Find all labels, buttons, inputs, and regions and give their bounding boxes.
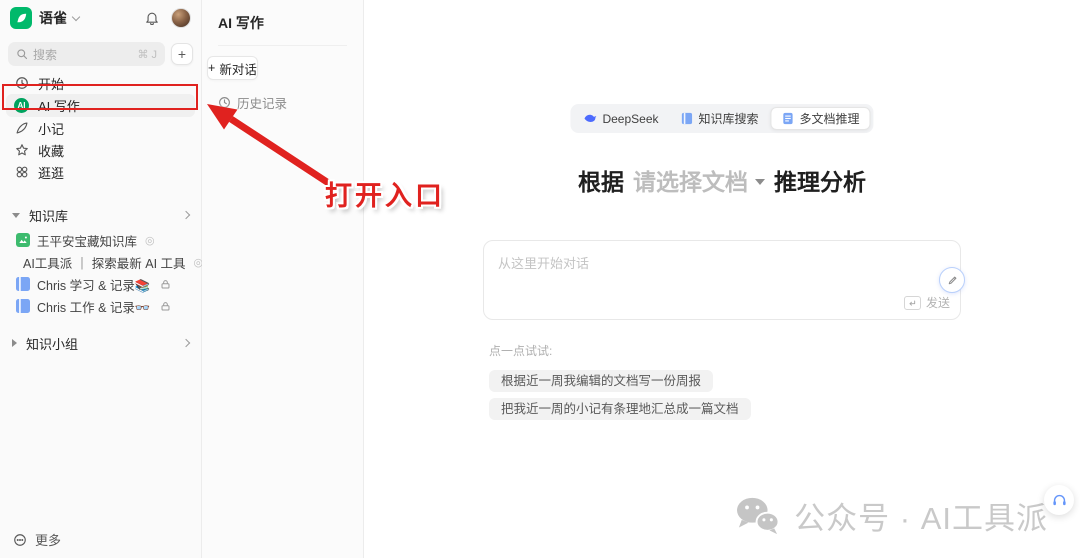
chat-input[interactable]	[484, 241, 904, 317]
kb-item-label: Chris 工作 & 记录👓	[37, 300, 151, 315]
watermark: 公众号 · AI工具派	[735, 493, 1048, 538]
user-avatar[interactable]	[171, 8, 191, 28]
watermark-text: 公众号 · AI工具派	[794, 501, 1048, 536]
tab-label: 多文档推理	[799, 112, 860, 126]
dropdown-caret-icon	[755, 178, 765, 185]
explore-grid-icon	[14, 165, 29, 179]
tab-label: DeepSeek	[602, 111, 659, 126]
sidebar-more-button[interactable]: 更多	[13, 530, 61, 549]
notification-bell-icon[interactable]	[145, 11, 159, 25]
suggestion-chip[interactable]: 根据近一周我编辑的文档写一份周报	[489, 370, 714, 392]
more-circle-icon	[14, 533, 26, 546]
more-label: 更多	[35, 533, 62, 548]
triangle-down-icon	[12, 212, 20, 218]
chevron-right-icon[interactable]	[181, 338, 191, 348]
sidebar-nav: 开始 AI AI 写作 小记 收藏 逛逛	[0, 72, 201, 183]
heading-suffix: 推理分析	[774, 169, 866, 195]
sidebar-item-label: 逛逛	[38, 165, 65, 181]
sidebar-item-label: 开始	[38, 76, 65, 92]
ai-writing-badge-icon: AI	[14, 98, 29, 113]
knowledge-base-list: 王平安宝藏知识库 ◎ AI工具派 ｜ 探索最新 AI 工具 ◎ Chris 学习…	[0, 229, 203, 317]
public-badge-icon: ◎	[145, 234, 155, 247]
panel-divider	[218, 45, 347, 46]
kb-search-book-icon	[681, 112, 693, 125]
chevron-right-icon[interactable]	[181, 210, 191, 220]
send-label: 发送	[925, 296, 950, 310]
search-icon	[17, 49, 28, 60]
search-placeholder: 搜索	[33, 47, 58, 62]
suggestions-label: 点一点试试:	[489, 344, 553, 358]
sidebar-item-favorites[interactable]: 收藏	[6, 139, 195, 161]
pen-icon	[14, 121, 29, 135]
sidebar-header: 语雀	[0, 3, 201, 33]
tab-kb-search[interactable]: 知识库搜索	[671, 108, 769, 130]
sidebar-item-label: 收藏	[38, 143, 65, 159]
history-button[interactable]: 历史记录	[218, 93, 347, 112]
headset-icon	[1052, 494, 1066, 505]
suggestions: 点一点试试: 根据近一周我编辑的文档写一份周报 把我近一周的小记有条理地汇总成一…	[483, 342, 961, 420]
tab-deepseek[interactable]: DeepSeek	[573, 108, 668, 130]
clock-icon	[14, 76, 29, 90]
blue-book-icon	[16, 299, 30, 313]
history-clock-icon	[219, 97, 230, 108]
prompt-heading: 根据 请选择文档 推理分析	[578, 163, 866, 197]
yuque-app-window: 语雀 搜索 ⌘ J + 开始 AI AI 写作 小记 收藏 逛逛 知识库 王平安…	[0, 0, 1080, 558]
wechat-icon	[737, 497, 780, 534]
lock-icon	[160, 301, 171, 312]
sidebar-item-label: 小记	[38, 121, 65, 137]
send-button[interactable]: 发送	[903, 294, 950, 311]
section-label: 知识库	[29, 208, 69, 224]
sidebar-item-ai-writing[interactable]: AI AI 写作	[6, 94, 195, 117]
history-label: 历史记录	[237, 97, 288, 111]
mode-tab-group: DeepSeek 知识库搜索 多文档推理	[570, 104, 874, 133]
plus-icon: +	[208, 61, 216, 75]
sidebar-item-start[interactable]: 开始	[6, 72, 195, 94]
kb-item-label: 王平安宝藏知识库	[37, 234, 138, 249]
triangle-right-icon	[12, 339, 17, 347]
search-row: 搜索 ⌘ J +	[0, 42, 201, 66]
new-chat-button[interactable]: + 新对话	[207, 56, 258, 80]
create-new-button[interactable]: +	[171, 43, 193, 65]
kb-item-ai-tools[interactable]: AI工具派 ｜ 探索最新 AI 工具 ◎	[0, 251, 203, 273]
kb-item-label: Chris 学习 & 记录📚	[37, 278, 151, 293]
new-chat-label: 新对话	[219, 62, 257, 77]
search-shortcut: ⌘ J	[137, 48, 157, 61]
customer-service-button[interactable]	[1044, 485, 1074, 515]
suggestion-chip[interactable]: 把我近一周的小记有条理地汇总成一篇文档	[489, 398, 751, 420]
ai-edit-button[interactable]	[939, 267, 965, 293]
yuque-logo-icon[interactable]	[10, 7, 32, 29]
panel-title: AI 写作	[218, 15, 264, 31]
ai-writing-panel: AI 写作 + 新对话 历史记录	[202, 0, 364, 558]
pencil-icon	[948, 276, 956, 284]
document-icon	[783, 112, 793, 125]
sidebar-item-notes[interactable]: 小记	[6, 117, 195, 139]
blue-book-icon	[16, 277, 30, 291]
lock-icon	[160, 279, 171, 290]
sidebar: 语雀 搜索 ⌘ J + 开始 AI AI 写作 小记 收藏 逛逛 知识库 王平安…	[0, 0, 203, 558]
chevron-down-icon[interactable]	[71, 12, 81, 21]
kb-item-chris-study[interactable]: Chris 学习 & 记录📚	[0, 273, 201, 295]
tab-label: 知识库搜索	[698, 112, 759, 126]
doc-select-placeholder: 请选择文档	[633, 169, 748, 195]
chat-composer: 发送	[483, 240, 965, 320]
section-label: 知识小组	[26, 336, 79, 352]
search-input[interactable]: 搜索 ⌘ J	[8, 42, 165, 66]
kb-item-label: AI工具派 ｜ 探索最新 AI 工具	[23, 256, 186, 271]
star-icon	[14, 143, 29, 157]
app-name: 语雀	[39, 10, 67, 26]
section-knowledge-bases[interactable]: 知识库	[0, 205, 201, 225]
main-content: DeepSeek 知识库搜索 多文档推理 根据 请选择文档 推理分析 从这里开始…	[364, 0, 1080, 558]
kb-item-chris-work[interactable]: Chris 工作 & 记录👓	[0, 295, 201, 317]
sidebar-item-explore[interactable]: 逛逛	[6, 161, 195, 183]
sidebar-item-label: AI 写作	[38, 99, 80, 114]
kb-item-treasure[interactable]: 王平安宝藏知识库 ◎	[0, 229, 201, 251]
deepseek-whale-icon	[584, 114, 597, 122]
section-knowledge-groups[interactable]: 知识小组	[0, 333, 201, 353]
heading-prefix: 根据	[578, 169, 624, 195]
document-select-dropdown[interactable]: 请选择文档	[633, 163, 765, 197]
tab-multi-doc-reasoning[interactable]: 多文档推理	[770, 107, 871, 130]
green-book-icon	[16, 233, 30, 247]
enter-key-icon	[903, 295, 921, 310]
